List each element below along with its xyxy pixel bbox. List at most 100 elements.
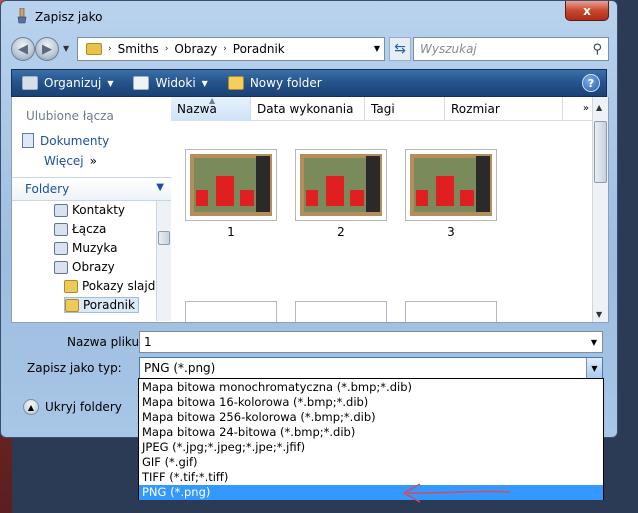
views-icon <box>133 76 150 90</box>
breadcrumb-separator: › <box>223 44 227 54</box>
file-thumbnail[interactable] <box>185 301 277 322</box>
game-screenshot-image <box>190 154 272 216</box>
column-label: Data wykonania <box>257 102 354 116</box>
search-box[interactable]: Wyszukaj ⚲ <box>413 37 609 61</box>
help-icon[interactable]: ? <box>582 74 600 92</box>
thumbnail-block <box>416 190 428 206</box>
organize-icon <box>22 76 38 90</box>
thumbnail-panel <box>256 156 270 212</box>
column-date-taken[interactable]: Data wykonania <box>251 97 365 121</box>
thumbnail-panel <box>476 156 490 212</box>
arrow-left-icon: ◀ <box>18 41 28 57</box>
hide-folders-label: Ukryj foldery <box>45 400 122 414</box>
file-thumbnail[interactable] <box>185 149 277 221</box>
recent-pages-dropdown[interactable]: ▼ <box>63 44 69 53</box>
game-screenshot-image <box>410 154 492 216</box>
new-folder-button[interactable]: Nowy folder <box>218 76 332 90</box>
save-type-select[interactable]: PNG (*.png) ▼ <box>139 357 603 379</box>
file-name[interactable]: 3 <box>405 225 497 239</box>
favorite-documents[interactable]: Dokumenty <box>22 133 109 148</box>
arrow-right-icon: ▶ <box>42 41 52 57</box>
tree-item-poradnik[interactable]: Poradnik <box>64 297 139 313</box>
close-button[interactable]: x <box>565 1 609 21</box>
column-tags[interactable]: Tagi <box>365 97 445 121</box>
save-type-option[interactable]: Mapa bitowa 16-kolorowa (*.bmp;*.dib) <box>139 395 603 410</box>
back-button[interactable]: ◀ <box>11 37 35 61</box>
scroll-down-icon[interactable]: ▼ <box>596 310 602 319</box>
hide-folders-button[interactable]: ▲ Ukryj foldery <box>23 399 122 415</box>
tree-item-obrazy[interactable]: Obrazy <box>54 260 115 274</box>
views-label: Widoki <box>155 76 196 90</box>
column-label: Tagi <box>371 102 395 116</box>
search-icon[interactable]: ⚲ <box>592 42 602 57</box>
filename-label: Nazwa pliku: <box>67 335 144 349</box>
folder-tree-scrollbar[interactable] <box>156 201 171 321</box>
column-size[interactable]: Rozmiar <box>445 97 563 121</box>
tree-item-label: Poradnik <box>83 298 135 312</box>
more-columns-icon[interactable]: » <box>583 103 589 114</box>
file-name[interactable]: 2 <box>295 225 387 239</box>
favorite-label: Więcej <box>44 154 84 168</box>
scrollbar-thumb[interactable] <box>594 121 607 183</box>
tree-item-pokazy[interactable]: Pokazy slajdó <box>64 279 163 293</box>
column-name[interactable]: ▲ Nazwa <box>171 97 251 121</box>
organize-button[interactable]: Organizuj ▼ <box>12 76 123 90</box>
save-type-option[interactable]: GIF (*.gif) <box>139 455 603 470</box>
folders-label: Foldery <box>25 182 70 196</box>
thumbnail-block <box>306 190 318 206</box>
scrollbar-thumb[interactable] <box>158 231 170 245</box>
command-toolbar: Organizuj ▼ Widoki ▼ Nowy folder ? <box>11 69 607 97</box>
save-type-value: PNG (*.png) <box>144 361 216 375</box>
filename-field[interactable]: 1 ▼ <box>139 331 603 353</box>
tree-item-label: Kontakty <box>72 203 126 217</box>
chevron-down-icon[interactable]: ▼ <box>591 338 597 347</box>
file-thumbnail[interactable] <box>405 301 497 322</box>
file-thumbnail[interactable] <box>295 301 387 322</box>
thumbnail-block <box>436 176 454 206</box>
contacts-icon <box>54 203 68 217</box>
file-list-pane: ▲ Nazwa Data wykonania Tagi Rozmiar » 1 … <box>171 97 609 323</box>
annotation-arrow-icon <box>403 483 511 503</box>
documents-icon <box>22 133 34 148</box>
forward-button[interactable]: ▶ <box>35 37 59 61</box>
tree-item-muzyka[interactable]: Muzyka <box>54 241 117 255</box>
file-name[interactable]: 1 <box>185 225 277 239</box>
tree-item-label: Pokazy slajdó <box>82 279 163 293</box>
save-type-option[interactable]: TIFF (*.tif;*.tiff) <box>139 470 603 485</box>
favorites-header: Ulubione łącza <box>26 109 114 123</box>
chevron-down-icon: ▼ <box>156 182 164 193</box>
save-type-option[interactable]: JPEG (*.jpg;*.jpeg;*.jpe;*.jfif) <box>139 440 603 455</box>
folder-icon <box>64 279 78 293</box>
thumbnail-block <box>460 190 474 206</box>
save-type-option[interactable]: Mapa bitowa monochromatyczna (*.bmp;*.di… <box>139 380 603 395</box>
tree-item-label: Łącza <box>72 222 107 236</box>
breadcrumb-obrazy[interactable]: Obrazy <box>174 42 217 56</box>
breadcrumb-smiths[interactable]: Smiths <box>118 42 159 56</box>
search-input[interactable]: Wyszukaj <box>420 42 477 56</box>
file-thumbnail[interactable] <box>405 149 497 221</box>
address-bar[interactable]: › Smiths › Obrazy › Poradnik ▼ <box>77 37 385 61</box>
save-type-option[interactable]: Mapa bitowa 24-bitowa (*.bmp;*.dib) <box>139 425 603 440</box>
tree-item-kontakty[interactable]: Kontakty <box>54 203 125 217</box>
links-icon <box>54 222 68 236</box>
organize-label: Organizuj <box>44 76 102 90</box>
chevron-down-icon[interactable]: ▼ <box>586 358 602 378</box>
folders-header[interactable]: Foldery ▼ <box>12 177 172 201</box>
favorite-more[interactable]: Więcej » <box>44 154 97 168</box>
file-thumbnail[interactable] <box>295 149 387 221</box>
views-button[interactable]: Widoki ▼ <box>123 76 217 90</box>
save-type-option-selected[interactable]: PNG (*.png) <box>139 485 603 500</box>
thumbnail-block <box>196 190 208 206</box>
chevron-down-icon[interactable]: ▼ <box>374 44 380 53</box>
column-headers: ▲ Nazwa Data wykonania Tagi Rozmiar » <box>171 97 593 121</box>
file-list-scrollbar[interactable]: ▲ ▼ <box>592 97 608 322</box>
tree-item-lacza[interactable]: Łącza <box>54 222 106 236</box>
save-as-dialog: Zapisz jako x ◀ ▶ ▼ › Smiths › Obrazy › … <box>0 0 618 438</box>
scroll-up-icon[interactable]: ▲ <box>596 103 602 112</box>
navigation-bar: ◀ ▶ ▼ › Smiths › Obrazy › Poradnik ▼ ⇆ W… <box>11 35 609 63</box>
refresh-button[interactable]: ⇆ <box>389 37 411 61</box>
column-label: Rozmiar <box>451 102 500 116</box>
save-type-option[interactable]: Mapa bitowa 256-kolorowa (*.bmp;*.dib) <box>139 410 603 425</box>
favorite-label: Dokumenty <box>40 133 110 148</box>
breadcrumb-poradnik[interactable]: Poradnik <box>233 42 285 56</box>
